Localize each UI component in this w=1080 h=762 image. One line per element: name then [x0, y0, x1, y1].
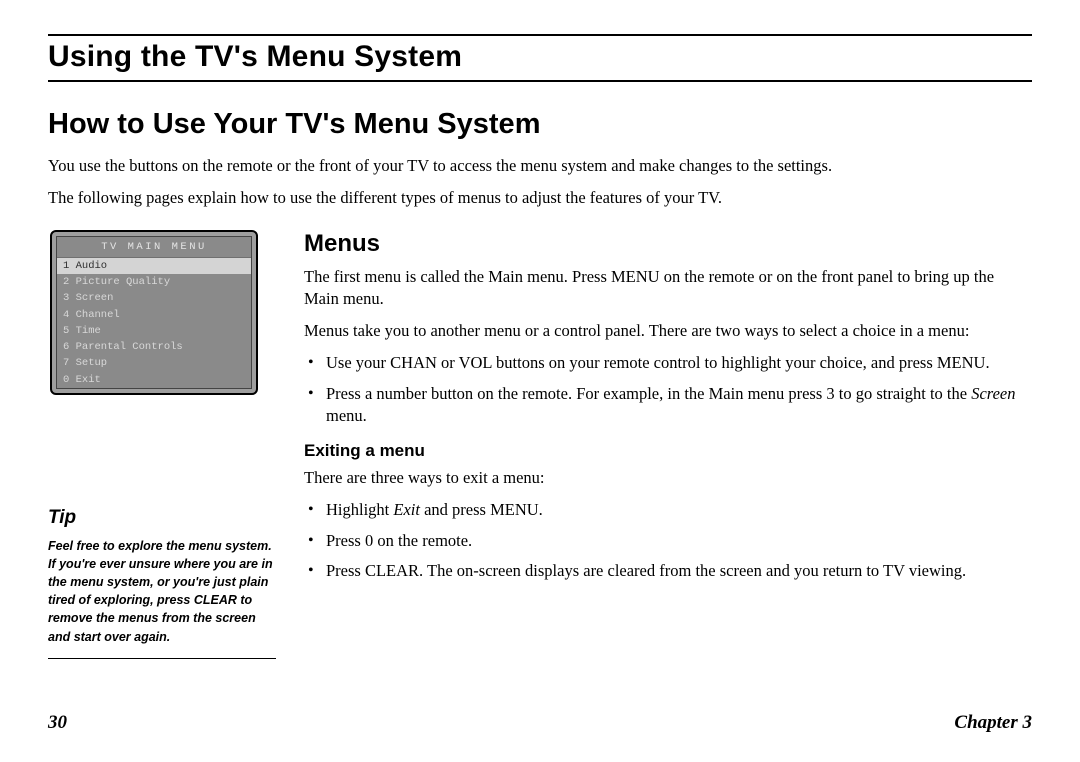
- tip-block: Tip Feel free to explore the menu system…: [48, 507, 276, 659]
- page-footer: 30 Chapter 3: [48, 712, 1032, 734]
- tv-menu-item: 2 Picture Quality: [57, 274, 251, 290]
- tv-menu-inner: TV MAIN MENU 1 Audio 2 Picture Quality 3…: [56, 236, 252, 389]
- right-column: Menus The first menu is called the Main …: [304, 230, 1032, 659]
- menus-bullets: Use your CHAN or VOL buttons on your rem…: [304, 352, 1032, 427]
- chapter-header: Using the TV's Menu System: [48, 34, 1032, 82]
- menus-heading: Menus: [304, 230, 1032, 258]
- tv-menu-item: 1 Audio: [57, 258, 251, 274]
- exiting-heading: Exiting a menu: [304, 441, 1032, 461]
- tv-menu-illustration: TV MAIN MENU 1 Audio 2 Picture Quality 3…: [50, 230, 258, 395]
- tip-title: Tip: [48, 507, 276, 529]
- intro-paragraph-2: The following pages explain how to use t…: [48, 187, 968, 209]
- tv-menu-item: 6 Parental Controls: [57, 339, 251, 355]
- menus-paragraph-2: Menus take you to another menu or a cont…: [304, 320, 1032, 342]
- tv-menu-item: 4 Channel: [57, 307, 251, 323]
- list-item: Use your CHAN or VOL buttons on your rem…: [326, 352, 1032, 374]
- list-item: Highlight Exit and press MENU.: [326, 499, 1032, 521]
- list-item: Press CLEAR. The on-screen displays are …: [326, 560, 1032, 582]
- tv-menu-title: TV MAIN MENU: [57, 237, 251, 258]
- left-column: TV MAIN MENU 1 Audio 2 Picture Quality 3…: [48, 230, 284, 659]
- page-number: 30: [48, 712, 67, 734]
- chapter-title: Using the TV's Menu System: [48, 40, 1032, 74]
- page-heading: How to Use Your TV's Menu System: [48, 108, 1032, 141]
- tip-body: Feel free to explore the menu system. If…: [48, 537, 276, 646]
- list-item: Press 0 on the remote.: [326, 530, 1032, 552]
- tv-menu-item: 7 Setup: [57, 355, 251, 371]
- exiting-bullets: Highlight Exit and press MENU. Press 0 o…: [304, 499, 1032, 582]
- menus-paragraph-1: The first menu is called the Main menu. …: [304, 266, 1032, 311]
- chapter-label: Chapter 3: [954, 712, 1032, 734]
- tv-menu-item: 0 Exit: [57, 372, 251, 388]
- tv-menu-item: 5 Time: [57, 323, 251, 339]
- list-item: Press a number button on the remote. For…: [326, 383, 1032, 428]
- content-columns: TV MAIN MENU 1 Audio 2 Picture Quality 3…: [48, 230, 1032, 659]
- tv-menu-item: 3 Screen: [57, 290, 251, 306]
- intro-paragraph-1: You use the buttons on the remote or the…: [48, 155, 968, 177]
- exiting-paragraph: There are three ways to exit a menu:: [304, 467, 1032, 489]
